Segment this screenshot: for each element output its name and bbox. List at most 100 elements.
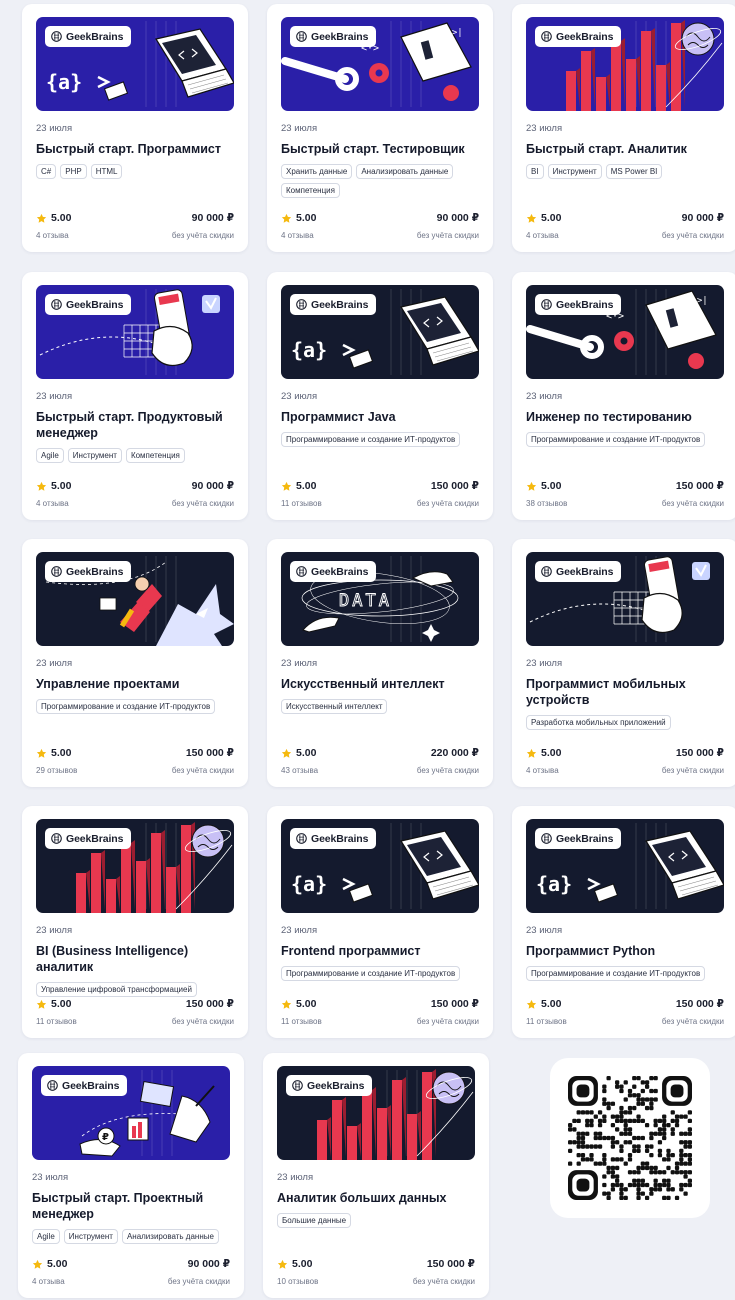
course-title[interactable]: Быстрый старт. Проектный менеджер	[32, 1190, 230, 1222]
geekbrains-logo-icon	[51, 299, 62, 310]
discount-note: без учёта скидки	[171, 499, 234, 508]
reviews-count[interactable]: 43 отзыва	[281, 766, 318, 775]
star-icon	[281, 481, 292, 491]
course-title[interactable]: Искусственный интеллект	[281, 676, 479, 692]
tag-chip[interactable]: HTML	[90, 164, 123, 179]
course-card[interactable]: {a} GeekBrains 23 июля Frontend программист…	[267, 806, 493, 1038]
course-rating: 5.00	[32, 1258, 67, 1270]
reviews-count[interactable]: 4 отзыва	[526, 766, 559, 775]
tag-chip[interactable]: BI	[526, 164, 544, 179]
course-card[interactable]: GeekBrains 23 июля Управление проектами Про…	[22, 539, 248, 787]
discount-note: без учёта скидки	[167, 1277, 230, 1286]
course-start-date: 23 июля	[36, 658, 73, 669]
reviews-count[interactable]: 10 отзывов	[277, 1277, 318, 1286]
brand-name: GeekBrains	[66, 832, 124, 845]
qr-code[interactable]	[550, 1058, 710, 1218]
reviews-count[interactable]: 11 отзывов	[526, 1017, 567, 1026]
geekbrains-logo-icon	[541, 31, 552, 42]
tag-chip[interactable]: Анализировать данные	[121, 1229, 219, 1244]
course-title[interactable]: Аналитик больших данных	[277, 1190, 475, 1206]
geekbrains-logo-icon	[541, 566, 552, 577]
course-card[interactable]: ₽ GeekBrains 23 июля Быстрый старт. Проектн…	[18, 1053, 244, 1298]
tag-chip[interactable]: Программирование и создание ИТ-продуктов	[526, 432, 706, 447]
reviews-count[interactable]: 4 отзыва	[281, 231, 314, 240]
tag-chip[interactable]: Большие данные	[277, 1213, 352, 1228]
course-card[interactable]: {a} GeekBrains 23 июля Программист Java Прог…	[267, 272, 493, 520]
course-title[interactable]: Быстрый старт. Продуктовый менеджер	[36, 409, 234, 441]
tag-chip[interactable]: Управление цифровой трансформацией	[36, 982, 197, 997]
geekbrains-logo-icon	[296, 31, 307, 42]
course-title[interactable]: Программист Python	[526, 943, 724, 959]
tag-chip[interactable]: MS Power BI	[605, 164, 663, 179]
course-footer: 5.00 150 000 ₽ 10 отзывов без учёта скидки	[277, 1258, 475, 1286]
course-card[interactable]: DATA GeekBrains 23 июля Искусственный интел…	[267, 539, 493, 787]
brand-badge: GeekBrains	[45, 561, 132, 582]
course-rating: 5.00	[36, 998, 71, 1010]
brand-badge: GeekBrains	[535, 561, 622, 582]
reviews-count[interactable]: 38 отзывов	[526, 499, 567, 508]
course-title[interactable]: Быстрый старт. Тестировщик	[281, 141, 479, 157]
tag-chip[interactable]: Agile	[32, 1229, 60, 1244]
course-card[interactable]: GeekBrains 23 июля BI (Business Intelligen…	[22, 806, 248, 1038]
tag-chip[interactable]: Программирование и создание ИТ-продуктов	[526, 966, 706, 981]
course-card[interactable]: {a} GeekBrains 23 июля Быстрый старт. Прогр…	[22, 4, 248, 252]
brand-name: GeekBrains	[62, 1079, 120, 1092]
reviews-count[interactable]: 4 отзыва	[526, 231, 559, 240]
course-card[interactable]: GeekBrains 23 июля Быстрый старт. Аналитик…	[512, 4, 735, 252]
course-card[interactable]: {a} GeekBrains 23 июля Программист Python Пр…	[512, 806, 735, 1038]
course-title[interactable]: Управление проектами	[36, 676, 234, 692]
reviews-count[interactable]: 11 отзывов	[36, 1017, 77, 1026]
course-card[interactable]: GeekBrains 23 июля Программист мобильных у…	[512, 539, 735, 787]
rating-value: 5.00	[541, 212, 562, 224]
course-title[interactable]: Frontend программист	[281, 943, 479, 959]
tag-chip[interactable]: Анализировать данные	[356, 164, 454, 179]
reviews-count[interactable]: 11 отзывов	[281, 499, 322, 508]
course-card[interactable]: GeekBrains 23 июля Быстрый старт. Продукто…	[22, 272, 248, 520]
course-rating: 5.00	[36, 212, 71, 224]
course-title[interactable]: Инженер по тестированию	[526, 409, 724, 425]
geekbrains-logo-icon	[296, 299, 307, 310]
rating-value: 5.00	[296, 480, 317, 492]
tag-chip[interactable]: Искусственный интеллект	[281, 699, 388, 714]
course-card[interactable]: GeekBrains 23 июля Аналитик больших данных…	[263, 1053, 489, 1298]
tag-chip[interactable]: PHP	[60, 164, 87, 179]
reviews-count[interactable]: 11 отзывов	[281, 1017, 322, 1026]
rating-value: 5.00	[51, 998, 72, 1010]
discount-note: без учёта скидки	[416, 1017, 479, 1026]
reviews-count[interactable]: 4 отзыва	[36, 499, 69, 508]
brand-name: GeekBrains	[66, 298, 124, 311]
course-start-date: 23 июля	[281, 391, 318, 402]
svg-text:<->|: <->|	[441, 28, 463, 38]
tag-chip[interactable]: Хранить данные	[281, 164, 353, 179]
discount-note: без учёта скидки	[661, 231, 724, 240]
course-rating: 5.00	[281, 212, 316, 224]
course-card[interactable]: <·> <->| GeekBrains 23 июля Инженер по тести…	[512, 272, 735, 520]
tag-chip[interactable]: Agile	[36, 448, 64, 463]
brand-badge: GeekBrains	[535, 294, 622, 315]
tag-chip[interactable]: Разработка мобильных приложений	[526, 715, 671, 730]
course-title[interactable]: BI (Business Intelligence) аналитик	[36, 943, 234, 975]
tag-chip[interactable]: Инструмент	[67, 448, 122, 463]
course-title[interactable]: Программист мобильных устройств	[526, 676, 724, 708]
tag-chip[interactable]: Программирование и создание ИТ-продуктов	[36, 699, 216, 714]
course-banner: GeekBrains	[526, 17, 724, 111]
course-card[interactable]: <·> <->| GeekBrains 23 июля Быстрый старт. Т…	[267, 4, 493, 252]
reviews-count[interactable]: 4 отзыва	[36, 231, 69, 240]
course-title[interactable]: Быстрый старт. Аналитик	[526, 141, 724, 157]
tag-chip[interactable]: Программирование и создание ИТ-продуктов	[281, 966, 461, 981]
rating-value: 5.00	[51, 212, 72, 224]
course-title[interactable]: Программист Java	[281, 409, 479, 425]
tag-chip[interactable]: Компетенция	[281, 183, 340, 198]
reviews-count[interactable]: 4 отзыва	[32, 1277, 65, 1286]
tag-chip[interactable]: Инструмент	[547, 164, 602, 179]
tag-chip[interactable]: Компетенция	[125, 448, 185, 463]
course-banner: <·> <->| GeekBrains	[526, 285, 724, 379]
course-rating: 5.00	[526, 747, 561, 759]
course-banner: ₽ GeekBrains	[32, 1066, 230, 1160]
tag-chip[interactable]: C#	[36, 164, 57, 179]
course-title[interactable]: Быстрый старт. Программист	[36, 141, 234, 157]
tag-chip[interactable]: Инструмент	[63, 1229, 118, 1244]
star-icon	[36, 748, 47, 758]
tag-chip[interactable]: Программирование и создание ИТ-продуктов	[281, 432, 461, 447]
reviews-count[interactable]: 29 отзывов	[36, 766, 77, 775]
